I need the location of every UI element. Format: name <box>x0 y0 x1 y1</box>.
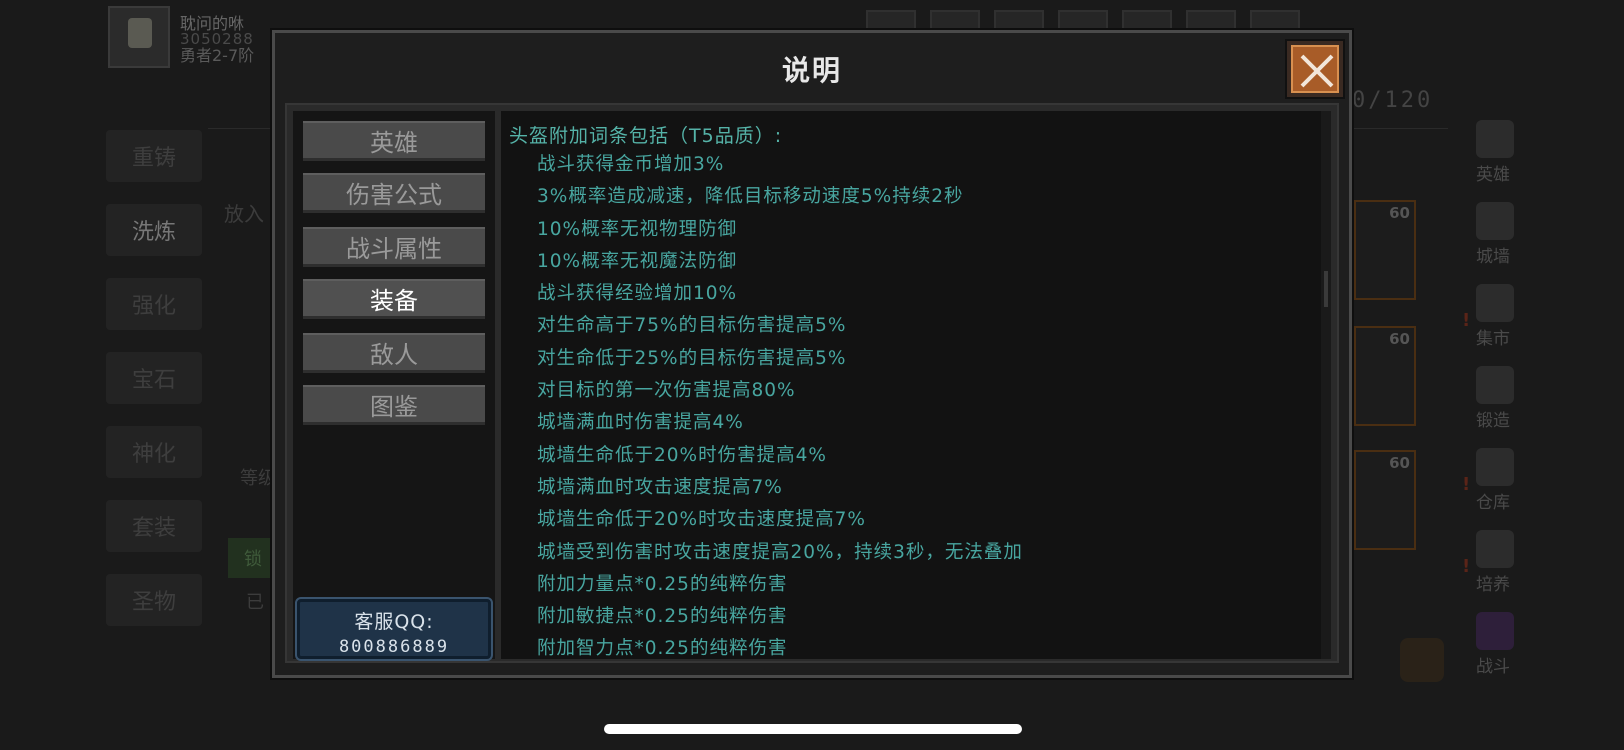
list-item: 3%概率造成减速，降低目标移动速度5%持续2秒 <box>537 186 964 208</box>
avatar-portrait-icon <box>128 18 152 48</box>
item-level: 60 <box>1389 330 1410 348</box>
home-indicator[interactable] <box>604 724 1022 734</box>
left-menu-item: 重铸 <box>106 130 202 182</box>
left-menu: 重铸 洗炼 强化 宝石 神化 套装 圣物 <box>106 130 202 626</box>
battle-icon <box>1476 612 1514 650</box>
support-label: 客服QQ: <box>354 611 434 633</box>
help-dialog: 说明 英雄 伤害公式 战斗属性 装备 敌人 图鉴 客服QQ: 800886889… <box>270 28 1354 680</box>
train-icon <box>1476 530 1514 568</box>
right-menu-label: 仓库 <box>1476 493 1510 513</box>
tab-hero[interactable]: 英雄 <box>303 121 485 161</box>
close-icon <box>1300 54 1334 88</box>
lock-button: 锁 <box>228 538 278 578</box>
customer-service-box: 客服QQ: 800886889 <box>295 597 493 661</box>
put-in-label: 放入 <box>224 202 264 226</box>
right-menu-label: 城墙 <box>1476 247 1510 267</box>
content-scrollbar[interactable] <box>1321 111 1331 659</box>
right-menu-label: 战斗 <box>1476 657 1510 677</box>
right-menu-label: 培养 <box>1476 575 1510 595</box>
list-item: 附加智力点*0.25的纯粹伤害 <box>537 638 788 659</box>
market-icon <box>1476 284 1514 322</box>
list-item: 城墙受到伤害时攻击速度提高20%，持续3秒，无法叠加 <box>537 541 1023 563</box>
left-menu-item: 神化 <box>106 426 202 478</box>
list-item: 附加力量点*0.25的纯粹伤害 <box>537 573 788 595</box>
right-menu-item: ! 集市 <box>1460 282 1526 352</box>
list-item: 城墙满血时伤害提高4% <box>537 412 744 434</box>
description-panel[interactable]: 头盔附加词条包括（T5品质）: 战斗获得金币增加3% 3%概率造成减速，降低目标… <box>501 111 1323 659</box>
left-menu-item: 圣物 <box>106 574 202 626</box>
left-menu-item: 套装 <box>106 500 202 552</box>
player-avatar <box>108 6 170 68</box>
right-menu-label: 锻造 <box>1476 411 1510 431</box>
equip-level-label: 等级 <box>240 468 276 489</box>
list-item: 战斗获得金币增加3% <box>537 154 725 175</box>
right-menu-item: ! 培养 <box>1460 528 1526 598</box>
list-item: 城墙满血时攻击速度提高7% <box>537 476 783 498</box>
tab-equipment[interactable]: 装备 <box>303 279 485 319</box>
list-item: 对目标的第一次伤害提高80% <box>537 380 796 402</box>
tab-codex[interactable]: 图鉴 <box>303 385 485 425</box>
category-sidebar: 英雄 伤害公式 战斗属性 装备 敌人 图鉴 客服QQ: 800886889 <box>293 111 495 661</box>
content-heading: 头盔附加词条包括（T5品质）: <box>509 125 783 147</box>
tab-damage-formula[interactable]: 伤害公式 <box>303 173 485 213</box>
scrollbar-thumb[interactable] <box>1324 271 1328 307</box>
tab-enemies[interactable]: 敌人 <box>303 333 485 373</box>
wall-icon <box>1476 202 1514 240</box>
bag-count: 0/120 <box>1352 88 1434 113</box>
list-item: 城墙生命低于20%时攻击速度提高7% <box>537 509 866 531</box>
hero-icon <box>1476 120 1514 158</box>
item-card: 60 <box>1354 200 1416 300</box>
player-rank: 勇者2-7阶 <box>180 46 255 65</box>
left-menu-item: 宝石 <box>106 352 202 404</box>
right-menu-item: 锻造 <box>1460 364 1526 434</box>
list-item: 10%概率无视物理防御 <box>537 218 738 240</box>
dialog-title: 说明 <box>781 54 842 87</box>
item-card: 60 <box>1354 326 1416 426</box>
right-menu: 英雄 城墙 ! 集市 锻造 ! 仓库 ! 培养 战斗 <box>1460 118 1526 680</box>
dialog-body: 英雄 伤害公式 战斗属性 装备 敌人 图鉴 客服QQ: 800886889 头盔… <box>285 103 1339 663</box>
forge-icon <box>1476 366 1514 404</box>
list-item: 城墙生命低于20%时伤害提高4% <box>537 444 827 466</box>
right-menu-item: 英雄 <box>1460 118 1526 188</box>
warehouse-icon <box>1476 448 1514 486</box>
right-menu-item: 城墙 <box>1460 200 1526 270</box>
have-label: 已 <box>246 592 264 613</box>
chest-icon <box>1400 638 1444 682</box>
list-item: 附加敏捷点*0.25的纯粹伤害 <box>537 606 788 628</box>
item-level: 60 <box>1389 204 1410 222</box>
item-card: 60 <box>1354 450 1416 550</box>
tab-combat-attributes[interactable]: 战斗属性 <box>303 227 485 267</box>
right-menu-label: 集市 <box>1476 329 1510 349</box>
right-menu-label: 英雄 <box>1476 165 1510 185</box>
support-qq-number: 800886889 <box>338 637 450 657</box>
right-menu-item: ! 仓库 <box>1460 446 1526 516</box>
list-item: 10%概率无视魔法防御 <box>537 250 738 272</box>
item-level: 60 <box>1389 454 1410 472</box>
close-button[interactable] <box>1287 41 1343 97</box>
list-item: 战斗获得经验增加10% <box>537 283 738 305</box>
affix-list: 战斗获得金币增加3% 3%概率造成减速，降低目标移动速度5%持续2秒 10%概率… <box>537 149 1023 659</box>
list-item: 对生命高于75%的目标伤害提高5% <box>537 315 847 337</box>
right-menu-item: 战斗 <box>1460 610 1526 680</box>
list-item: 对生命低于25%的目标伤害提高5% <box>537 347 847 369</box>
left-menu-item: 洗炼 <box>106 204 202 256</box>
left-menu-item: 强化 <box>106 278 202 330</box>
